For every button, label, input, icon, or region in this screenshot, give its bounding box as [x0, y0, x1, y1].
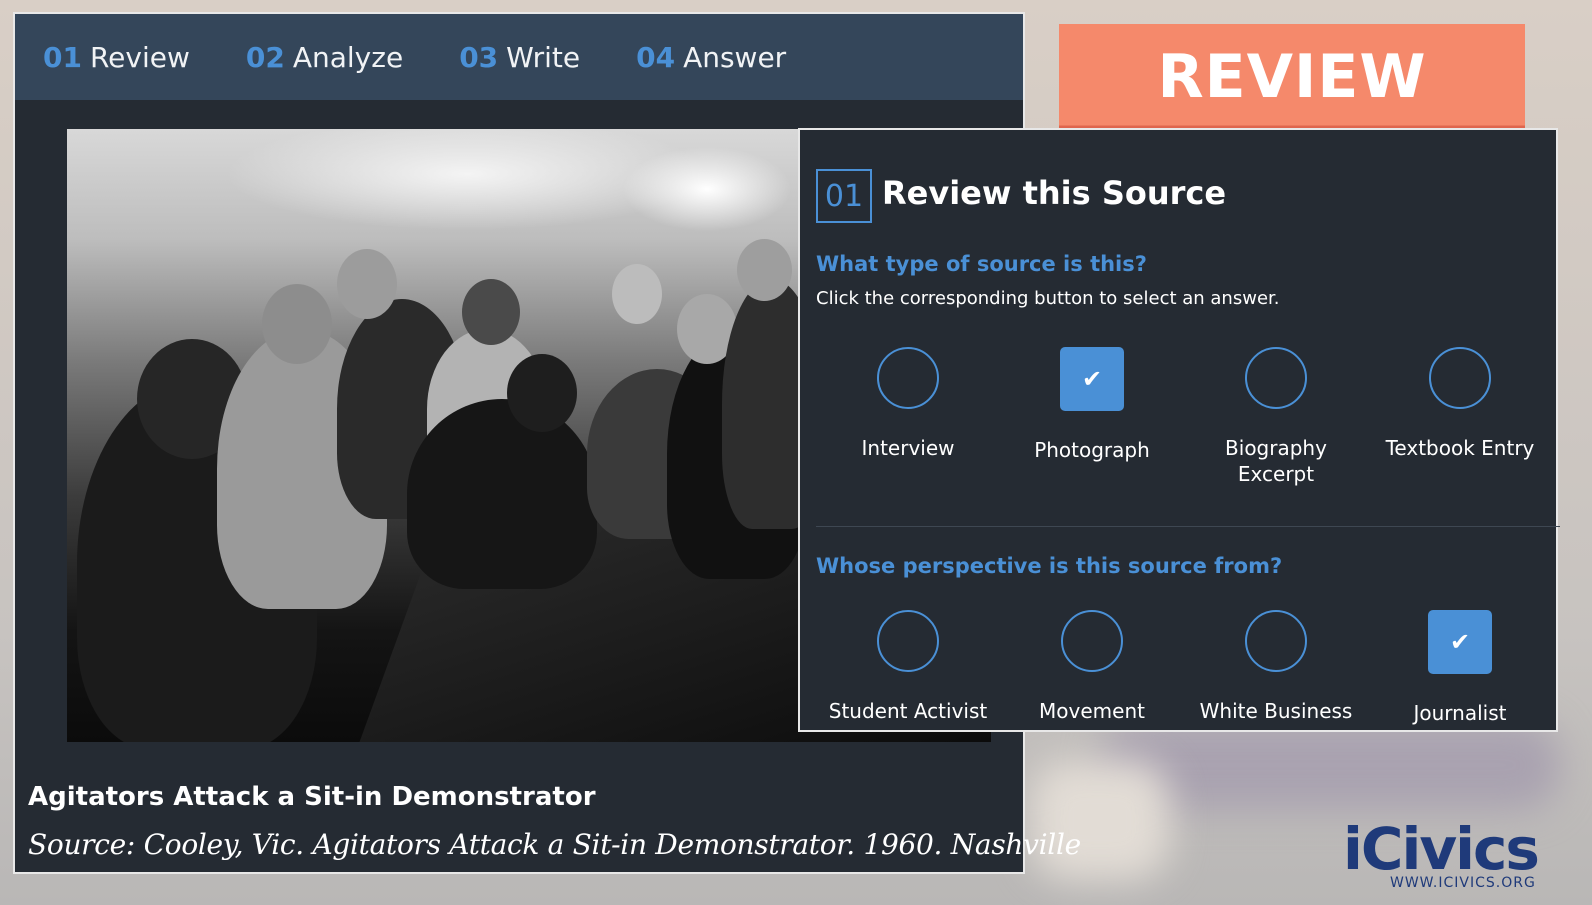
- tab-label: Review: [89, 40, 190, 74]
- photo-head: [612, 264, 662, 324]
- radio-circle[interactable]: [1245, 610, 1307, 672]
- section-divider: [816, 526, 1560, 527]
- step-number-badge: 01: [816, 169, 872, 223]
- option-label: Student Activist: [828, 699, 988, 723]
- option-textbook-entry[interactable]: Textbook Entry: [1368, 347, 1552, 487]
- source-title: Agitators Attack a Sit-in Demonstrator: [28, 782, 596, 812]
- perspective-options: Student Activist Movement White Business…: [816, 610, 1552, 726]
- tab-write[interactable]: 03 Write: [459, 41, 580, 74]
- review-panel: 01 Review this Source What type of sourc…: [798, 128, 1560, 732]
- instruction-text: Click the corresponding button to select…: [816, 288, 1280, 309]
- photo-head: [737, 239, 792, 301]
- option-student-activist[interactable]: Student Activist: [816, 610, 1000, 726]
- question-perspective: Whose perspective is this source from?: [816, 554, 1283, 578]
- option-label: Journalist: [1413, 701, 1507, 725]
- checkmark-icon[interactable]: ✔: [1428, 610, 1492, 674]
- tab-analyze[interactable]: 02 Analyze: [246, 41, 403, 74]
- option-biography-excerpt[interactable]: Biography Excerpt: [1184, 347, 1368, 487]
- logo-wordmark: iCivics: [1343, 815, 1540, 883]
- photo-head: [337, 249, 397, 319]
- tab-number: 04: [636, 40, 676, 74]
- radio-circle[interactable]: [877, 610, 939, 672]
- option-interview[interactable]: Interview: [816, 347, 1000, 487]
- photo-head: [462, 279, 520, 345]
- tab-review[interactable]: 01 Review: [43, 41, 190, 74]
- checkmark-icon[interactable]: ✔: [1060, 347, 1124, 411]
- source-type-options: Interview ✔ Photograph Biography Excerpt…: [816, 347, 1552, 487]
- radio-circle[interactable]: [1245, 347, 1307, 409]
- icivics-logo: iCivics WWW.ICIVICS.ORG: [1343, 818, 1573, 898]
- photo-head: [262, 284, 332, 364]
- step-tabbar: 01 Review 02 Analyze 03 Write 04 Answer: [15, 14, 1023, 100]
- option-journalist[interactable]: ✔ Journalist: [1368, 610, 1552, 726]
- logo-url: WWW.ICIVICS.ORG: [1390, 875, 1536, 891]
- tab-label: Analyze: [292, 40, 404, 74]
- option-white-business[interactable]: White Business: [1184, 610, 1368, 726]
- radio-circle[interactable]: [1061, 610, 1123, 672]
- photo-figure: [407, 399, 597, 589]
- option-label: Biography Excerpt: [1225, 436, 1327, 486]
- tab-answer[interactable]: 04 Answer: [636, 41, 786, 74]
- option-movement[interactable]: Movement: [1000, 610, 1184, 726]
- radio-circle[interactable]: [1429, 347, 1491, 409]
- option-label: Interview: [861, 436, 955, 460]
- option-label: Photograph: [1034, 438, 1150, 462]
- tab-number: 02: [245, 40, 285, 74]
- tab-label: Write: [506, 40, 581, 74]
- panel-title: Review this Source: [882, 174, 1227, 212]
- photo-head: [507, 354, 577, 432]
- option-photograph[interactable]: ✔ Photograph: [1000, 347, 1184, 487]
- radio-circle[interactable]: [877, 347, 939, 409]
- tab-number: 03: [459, 40, 499, 74]
- tab-label: Answer: [683, 40, 787, 74]
- banner-text: REVIEW: [1157, 42, 1427, 112]
- option-label: White Business: [1199, 699, 1353, 723]
- option-label: Movement: [1039, 699, 1145, 723]
- tab-number: 01: [43, 40, 82, 74]
- option-label: Textbook Entry: [1385, 436, 1535, 460]
- question-source-type: What type of source is this?: [816, 252, 1147, 276]
- source-citation: Source: Cooley, Vic. Agitators Attack a …: [28, 828, 1081, 861]
